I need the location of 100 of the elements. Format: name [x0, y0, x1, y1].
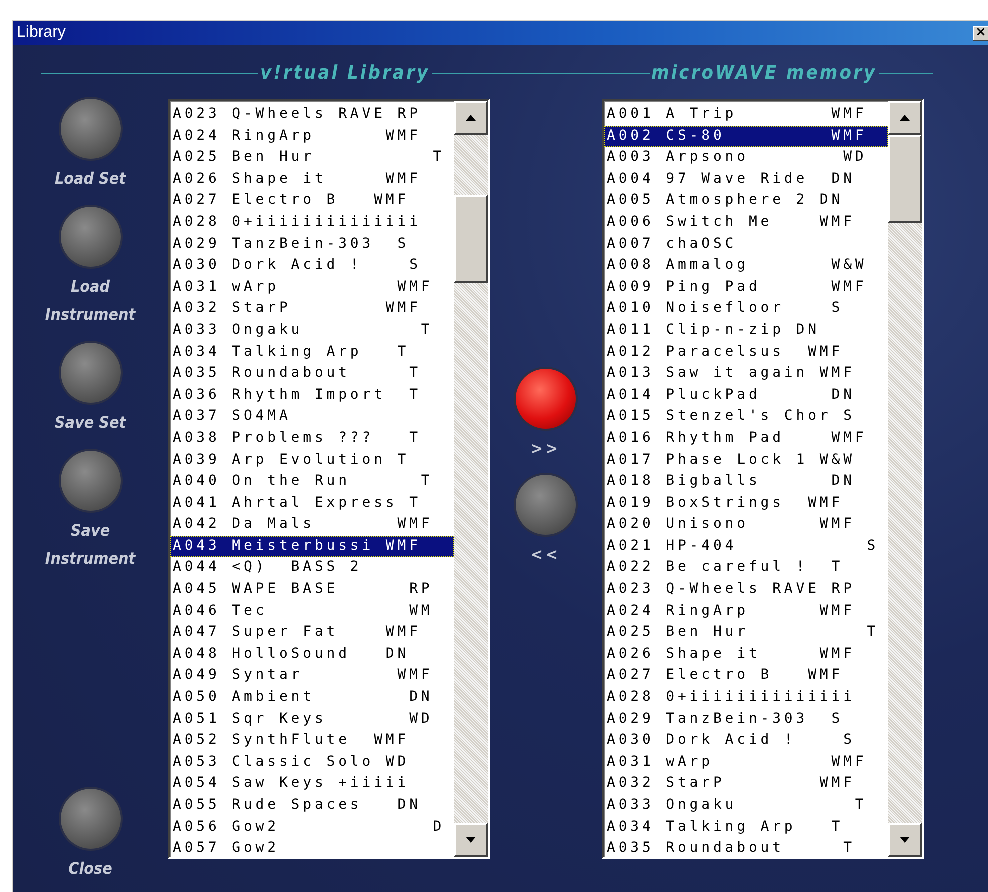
round-button[interactable] [60, 789, 120, 849]
list-item[interactable]: A033 Ongaku T [170, 320, 454, 342]
scroll-thumb[interactable] [888, 135, 922, 223]
scrollbar[interactable] [454, 101, 488, 857]
list-item[interactable]: A004 97 Wave Ride DN [604, 168, 888, 190]
list-item[interactable]: A033 Ongaku T [604, 795, 888, 817]
list-item[interactable]: A018 Bigballs DN [604, 471, 888, 493]
list-item[interactable]: A027 Electro B WMF [170, 190, 454, 212]
list-item[interactable]: A037 SO4MA [170, 406, 454, 428]
list-item[interactable]: A008 Ammalog W&W [604, 255, 888, 277]
up-arrow-icon [900, 115, 910, 121]
round-button[interactable] [60, 99, 120, 159]
list-item[interactable]: A055 Rude Spaces DN [170, 795, 454, 817]
round-button[interactable] [60, 451, 120, 511]
list-item[interactable]: A054 Saw Keys +iiiii [170, 773, 454, 795]
list-item[interactable]: A057 Gow2 [170, 838, 454, 857]
list-item[interactable]: A014 PluckPad DN [604, 384, 888, 406]
list-item[interactable]: A028 0+iiiiiiiiiiiiii [170, 212, 454, 234]
list-item[interactable]: A042 Da Mals WMF [170, 514, 454, 536]
list-item[interactable]: A034 Talking Arp T [170, 342, 454, 364]
scrollbar[interactable] [888, 101, 922, 857]
list-item[interactable]: A040 On the Run T [170, 471, 454, 493]
scroll-down-button[interactable] [454, 823, 488, 857]
list-item[interactable]: A019 BoxStrings WMF [604, 492, 888, 514]
list-item[interactable]: A030 Dork Acid ! S [170, 255, 454, 277]
list-item[interactable]: A035 Roundabout T [604, 838, 888, 857]
list-item[interactable]: A035 Roundabout T [170, 363, 454, 385]
section-title: v!rtual Library [260, 62, 430, 84]
section-title: microWAVE memory [652, 62, 878, 84]
list-item[interactable]: A034 Talking Arp T [604, 816, 888, 838]
list-item[interactable]: A032 StarP WMF [170, 298, 454, 320]
up-arrow-icon [466, 115, 476, 121]
list-item[interactable]: A029 TanzBein-303 S [170, 234, 454, 256]
scroll-up-button[interactable] [888, 101, 922, 135]
list-item[interactable]: A041 Ahrtal Express T [170, 492, 454, 514]
list-item[interactable]: A044 <Q) BASS 2 [170, 557, 454, 580]
list-item[interactable]: A038 Problems ??? T [170, 428, 454, 450]
list-item[interactable]: A031 wArp WMF [604, 752, 888, 774]
button-label: << [530, 544, 562, 566]
list-item[interactable]: A020 Unisono WMF [604, 514, 888, 536]
list-item[interactable]: A021 HP-404 S [604, 536, 888, 558]
list-item[interactable]: A032 StarP WMF [604, 773, 888, 795]
scroll-down-button[interactable] [888, 823, 922, 857]
list-item[interactable]: A027 Electro B WMF [604, 665, 888, 688]
list-item[interactable]: A049 Syntar WMF [170, 665, 454, 688]
list-item[interactable]: A026 Shape it WMF [604, 644, 888, 666]
list-item[interactable]: A024 RingArp WMF [170, 126, 454, 148]
list-item[interactable]: A017 Phase Lock 1 W&W [604, 450, 888, 472]
down-arrow-icon [900, 837, 910, 843]
list-item[interactable]: A045 WAPE BASE RP [170, 579, 454, 601]
button-label: Load Instrument [44, 276, 137, 326]
list-item[interactable]: A013 Saw it again WMF [604, 363, 888, 385]
list-item[interactable]: A026 Shape it WMF [170, 168, 454, 190]
round-button[interactable] [60, 343, 120, 403]
list-item[interactable]: A023 Q-Wheels RAVE RP [170, 104, 454, 126]
list-item[interactable]: A051 Sqr Keys WD [170, 708, 454, 730]
list-item[interactable]: A053 Classic Solo WD [170, 752, 454, 774]
button-label: Close [68, 858, 114, 880]
scroll-up-button[interactable] [454, 101, 488, 135]
list-item[interactable]: A029 TanzBein-303 S [604, 708, 888, 730]
list-item[interactable]: A015 Stenzel's Chor S [604, 406, 888, 428]
list-item[interactable]: A031 wArp WMF [170, 276, 454, 298]
list-item[interactable]: A056 Gow2 D [170, 816, 454, 838]
list-item[interactable]: A006 Switch Me WMF [604, 212, 888, 234]
list-item[interactable]: A050 Ambient DN [170, 687, 454, 709]
close-button[interactable]: × [973, 26, 988, 40]
button-label: >> [530, 438, 562, 460]
list-item[interactable]: A016 Rhythm Pad WMF [604, 428, 888, 450]
list-item[interactable]: A046 Tec WM [170, 600, 454, 622]
list-item[interactable]: A052 SynthFlute WMF [170, 730, 454, 752]
list-item[interactable]: A011 Clip-n-zip DN [604, 320, 888, 342]
list-item[interactable]: A028 0+iiiiiiiiiiiiii [604, 687, 888, 709]
round-button[interactable] [60, 207, 120, 267]
list-item[interactable]: A039 Arp Evolution T [170, 450, 454, 472]
list-item[interactable]: A025 Ben Hur T [604, 622, 888, 644]
list-item[interactable]: A012 Paracelsus WMF [604, 342, 888, 364]
button-label: Save Instrument [44, 520, 137, 570]
list-item[interactable]: A009 Ping Pad WMF [604, 276, 888, 298]
list-item[interactable]: A002 CS-80 WMF [604, 126, 888, 148]
button-label: Save Set [54, 412, 128, 434]
scroll-thumb[interactable] [454, 195, 488, 283]
round-button[interactable] [516, 475, 576, 535]
list-item[interactable]: A005 Atmosphere 2 DN [604, 190, 888, 212]
list-item[interactable]: A025 Ben Hur T [170, 147, 454, 169]
down-arrow-icon [466, 837, 476, 843]
button-label: Load Set [54, 168, 128, 190]
list-item[interactable]: A003 Arpsono WD [604, 147, 888, 169]
list-item[interactable]: A022 Be careful ! T [604, 557, 888, 580]
window-title: Library [17, 24, 66, 42]
list-item[interactable]: A010 Noisefloor S [604, 298, 888, 320]
list-item[interactable]: A030 Dork Acid ! S [604, 730, 888, 752]
list-item[interactable]: A047 Super Fat WMF [170, 622, 454, 644]
list-item[interactable]: A043 Meisterbussi WMF [170, 536, 454, 558]
list-item[interactable]: A001 A Trip WMF [604, 104, 888, 126]
list-item[interactable]: A036 Rhythm Import T [170, 384, 454, 406]
list-item[interactable]: A023 Q-Wheels RAVE RP [604, 579, 888, 601]
list-item[interactable]: A048 HolloSound DN [170, 644, 454, 666]
round-button[interactable] [516, 369, 576, 429]
list-item[interactable]: A024 RingArp WMF [604, 600, 888, 622]
list-item[interactable]: A007 chaOSC [604, 234, 888, 256]
